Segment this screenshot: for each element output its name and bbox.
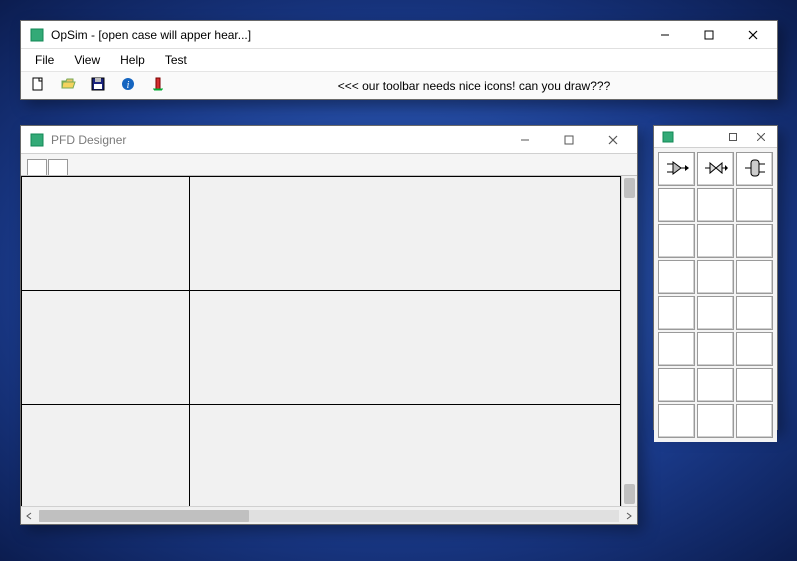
save-button[interactable]: [87, 75, 109, 97]
floppy-disk-icon: [90, 76, 106, 95]
grid-line: [21, 176, 22, 506]
palette-window: [653, 125, 778, 430]
new-file-button[interactable]: [27, 75, 49, 97]
column-button[interactable]: [147, 75, 169, 97]
main-title: OpSim - [open case will apper hear...]: [51, 28, 643, 42]
menu-test[interactable]: Test: [155, 51, 197, 69]
palette-empty[interactable]: [736, 332, 773, 366]
palette-maximize-button[interactable]: [719, 127, 747, 147]
scroll-up-icon: [624, 178, 635, 198]
palette-close-button[interactable]: [747, 127, 775, 147]
palette-empty[interactable]: [697, 368, 734, 402]
pfd-tab-bar: [21, 154, 637, 176]
new-file-icon: [30, 76, 46, 95]
palette-empty[interactable]: [736, 404, 773, 438]
palette-empty[interactable]: [736, 296, 773, 330]
menu-file[interactable]: File: [25, 51, 64, 69]
info-button[interactable]: i: [117, 75, 139, 97]
palette-empty[interactable]: [658, 404, 695, 438]
palette-empty[interactable]: [658, 296, 695, 330]
pfd-app-icon: [29, 132, 45, 148]
palette-empty[interactable]: [697, 404, 734, 438]
palette-app-icon: [660, 129, 676, 145]
scroll-left-icon: [21, 508, 37, 524]
pfd-tab-1[interactable]: [27, 159, 47, 175]
pfd-close-button[interactable]: [591, 126, 635, 154]
close-button[interactable]: [731, 21, 775, 49]
palette-empty[interactable]: [697, 188, 734, 222]
palette-empty[interactable]: [736, 368, 773, 402]
open-file-button[interactable]: [57, 75, 79, 97]
palette-column[interactable]: [736, 152, 773, 186]
toolbar: i <<< our toolbar needs nice icons! can …: [21, 71, 777, 99]
palette-empty[interactable]: [658, 260, 695, 294]
grid-line: [21, 176, 621, 177]
palette-empty[interactable]: [736, 224, 773, 258]
menubar: File View Help Test: [21, 49, 777, 71]
palette-mixer[interactable]: [658, 152, 695, 186]
main-window: OpSim - [open case will apper hear...] F…: [20, 20, 778, 100]
pfd-window-controls: [503, 126, 635, 154]
palette-empty[interactable]: [658, 368, 695, 402]
toolbar-message: <<< our toolbar needs nice icons! can yo…: [177, 79, 771, 93]
horizontal-scrollbar[interactable]: [21, 506, 637, 524]
app-icon: [29, 27, 45, 43]
pfd-tab-2[interactable]: [48, 159, 68, 175]
main-titlebar[interactable]: OpSim - [open case will apper hear...]: [21, 21, 777, 49]
pfd-title: PFD Designer: [51, 133, 503, 147]
palette-empty[interactable]: [658, 332, 695, 366]
palette-empty[interactable]: [658, 224, 695, 258]
scroll-thumb[interactable]: [39, 510, 249, 522]
scroll-right-icon: [621, 508, 637, 524]
palette-empty[interactable]: [697, 296, 734, 330]
distillation-column-icon: [150, 76, 166, 95]
mixer-icon: [665, 156, 689, 183]
maximize-button[interactable]: [687, 21, 731, 49]
pfd-titlebar[interactable]: PFD Designer: [21, 126, 637, 154]
svg-text:i: i: [127, 80, 130, 91]
open-folder-icon: [60, 76, 76, 95]
pfd-minimize-button[interactable]: [503, 126, 547, 154]
grid-line: [189, 176, 190, 506]
pfd-maximize-button[interactable]: [547, 126, 591, 154]
palette-empty[interactable]: [736, 188, 773, 222]
main-window-controls: [643, 21, 775, 49]
palette-window-controls: [719, 127, 775, 147]
valve-icon: [704, 156, 728, 183]
vertical-scrollbar[interactable]: [621, 176, 637, 506]
palette-empty[interactable]: [697, 224, 734, 258]
menu-view[interactable]: View: [64, 51, 110, 69]
pfd-designer-window: PFD Designer: [20, 125, 638, 525]
palette-empty[interactable]: [736, 260, 773, 294]
palette-empty[interactable]: [658, 188, 695, 222]
pfd-canvas[interactable]: [21, 176, 621, 506]
grid-line: [21, 290, 621, 291]
palette-titlebar[interactable]: [654, 126, 777, 148]
menu-help[interactable]: Help: [110, 51, 155, 69]
palette-empty[interactable]: [697, 332, 734, 366]
scroll-down-icon: [624, 484, 635, 504]
palette-valve[interactable]: [697, 152, 734, 186]
minimize-button[interactable]: [643, 21, 687, 49]
column-icon: [743, 156, 767, 183]
info-icon: i: [120, 76, 136, 95]
pfd-body: [21, 176, 637, 506]
palette-grid: [654, 148, 777, 442]
scroll-track[interactable]: [39, 510, 619, 522]
grid-line: [21, 404, 621, 405]
palette-empty[interactable]: [697, 260, 734, 294]
